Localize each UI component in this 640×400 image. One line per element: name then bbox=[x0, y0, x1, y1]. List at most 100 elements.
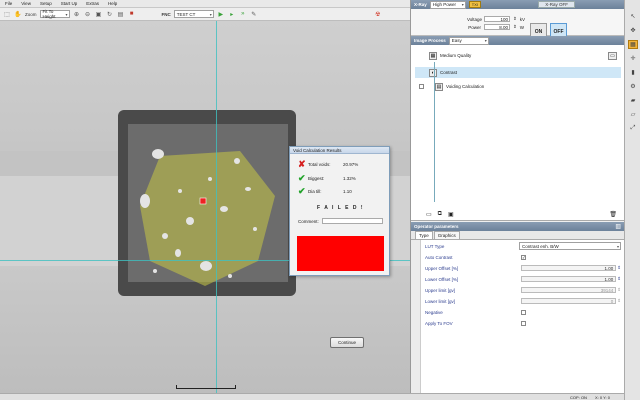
next-icon[interactable]: ▸ bbox=[228, 10, 236, 18]
calculation-icon: ▤ bbox=[435, 82, 443, 91]
panel-layout-icon[interactable]: ▥ bbox=[615, 223, 621, 230]
menu-setup[interactable]: Setup bbox=[40, 1, 52, 6]
param-lower-offset: Lower Offset [%] 1.00 ⇕ bbox=[415, 275, 621, 283]
result-key: Total voids: bbox=[308, 161, 331, 167]
upper-offset-input[interactable]: 1.00 bbox=[520, 265, 617, 271]
param-lut-type: LUT Type Contrast enh. B/W ▾ bbox=[415, 242, 621, 250]
lower-offset-input[interactable]: 1.00 bbox=[520, 276, 617, 282]
param-apply-fov: Apply To FOV bbox=[415, 319, 621, 327]
upper-limit-input[interactable]: 39144 bbox=[520, 287, 617, 293]
result-key: Dia till: bbox=[308, 188, 322, 194]
chevron-down-icon: ▾ bbox=[209, 11, 212, 17]
tab-type[interactable]: Type bbox=[415, 231, 433, 239]
expand-tool-icon[interactable]: ⤢ bbox=[628, 124, 638, 133]
fnc-select[interactable]: TEST CT ▾ bbox=[173, 10, 214, 18]
save-icon[interactable]: ▤ bbox=[117, 10, 125, 18]
result-value: 1.32% bbox=[343, 175, 356, 181]
image-process-title: Image Process bbox=[414, 38, 446, 43]
auto-contrast-checkbox[interactable]: ✓ bbox=[521, 254, 526, 260]
power-row: Power 8.00 ⇕ W bbox=[467, 24, 524, 30]
zoom-select-value: Fit To Height bbox=[42, 9, 56, 19]
paste-icon[interactable]: ▣ bbox=[448, 211, 454, 218]
trash-icon[interactable]: 🗑 bbox=[609, 211, 617, 218]
fnc-label: FNC bbox=[161, 11, 171, 17]
void-results-dialog: Void Calculation Results ✘ Total voids: … bbox=[289, 146, 390, 348]
stepper-icon[interactable]: ⇕ bbox=[617, 298, 621, 304]
lut-type-select[interactable]: Contrast enh. B/W ▾ bbox=[519, 242, 621, 250]
image-process-toolbar: ▭ ⧉ ▣ 🗑 bbox=[426, 209, 621, 219]
fast-forward-icon[interactable]: » bbox=[239, 10, 247, 18]
xray-header: X-Ray High Power ▾ TXI X-Ray OFF bbox=[411, 0, 625, 9]
power-unit: W bbox=[519, 24, 525, 30]
voltage-input[interactable]: 100 bbox=[484, 16, 510, 22]
xray-title: X-Ray bbox=[414, 2, 427, 7]
power-stepper-icon[interactable]: ⇕ bbox=[513, 24, 517, 30]
settings-tool-icon[interactable]: ⚙ bbox=[628, 82, 638, 91]
settings-icon[interactable]: ▭ bbox=[608, 51, 617, 60]
process-item-medium-quality[interactable]: ▦ Medium Quality ▭ bbox=[415, 50, 621, 61]
menu-start-up[interactable]: Start Up bbox=[61, 1, 78, 6]
menu-file[interactable]: File bbox=[5, 1, 12, 6]
param-label: Upper Offset [%] bbox=[425, 265, 459, 271]
move-tool-icon[interactable]: ✛ bbox=[628, 54, 638, 63]
stop-icon[interactable]: ■ bbox=[128, 10, 136, 18]
negative-checkbox[interactable] bbox=[521, 309, 526, 315]
viewer-status-bar bbox=[0, 393, 410, 400]
select-tool-icon[interactable]: ↖ bbox=[628, 12, 638, 21]
result-row-dia: ✔ Dia till: 1.10 bbox=[298, 187, 383, 196]
operator-params: LUT Type Contrast enh. B/W ▾ Auto Contras… bbox=[411, 240, 625, 394]
continue-button[interactable]: Continue bbox=[330, 337, 364, 348]
operator-header: Operator parameters ▥ bbox=[411, 222, 625, 231]
voltage-stepper-icon[interactable]: ⇕ bbox=[513, 16, 517, 22]
zoom-in-icon[interactable]: ⊕ bbox=[73, 10, 81, 18]
image-tool-icon[interactable]: ▦ bbox=[628, 40, 638, 49]
annotate-tool-icon[interactable]: ▱ bbox=[628, 110, 638, 119]
xray-mode-select[interactable]: High Power ▾ bbox=[429, 0, 466, 9]
param-label: LUT Type bbox=[425, 243, 445, 249]
comment-input[interactable] bbox=[322, 218, 383, 224]
image-process-mode-value: Easy bbox=[451, 38, 462, 43]
zoom-select[interactable]: Fit To Height ▾ bbox=[39, 9, 70, 19]
param-label: Lower Offset [%] bbox=[425, 276, 459, 282]
menu-view[interactable]: View bbox=[21, 1, 31, 6]
stepper-icon[interactable]: ⇕ bbox=[617, 276, 621, 282]
copy-icon[interactable]: ⧉ bbox=[438, 211, 442, 218]
result-value: 1.10 bbox=[343, 188, 352, 194]
tab-graphics[interactable]: Graphics bbox=[433, 231, 460, 239]
scale-bar bbox=[176, 385, 236, 389]
menu-help[interactable]: Help bbox=[108, 1, 117, 6]
param-upper-offset: Upper Offset [%] 1.00 ⇕ bbox=[415, 264, 621, 272]
zoom-out-icon[interactable]: ⊖ bbox=[84, 10, 92, 18]
monitor-icon[interactable]: ▭ bbox=[426, 211, 432, 218]
process-item-contrast[interactable]: ◐ Contrast bbox=[415, 67, 621, 78]
radiation-icon[interactable]: ☢ bbox=[374, 10, 382, 18]
chevron-down-icon: ▾ bbox=[461, 2, 464, 7]
stepper-icon[interactable]: ⇕ bbox=[617, 265, 621, 271]
chevron-down-icon: ▾ bbox=[65, 11, 68, 17]
measure-tool-icon[interactable]: ▮ bbox=[628, 68, 638, 77]
hand-icon[interactable]: ✋ bbox=[14, 10, 22, 18]
image-process-mode-select[interactable]: Easy ▾ bbox=[448, 36, 489, 45]
result-status: F A I L E D ! bbox=[316, 205, 365, 211]
param-label: Lower limit [gv] bbox=[425, 298, 456, 304]
filter-icon: ▦ bbox=[429, 51, 437, 60]
fit-icon[interactable]: ▣ bbox=[95, 10, 103, 18]
rotate-icon[interactable]: ↻ bbox=[106, 10, 114, 18]
tools-icon[interactable]: ✎ bbox=[250, 10, 258, 18]
zoom-label: Zoom bbox=[25, 11, 37, 17]
tube-icon[interactable]: TXI bbox=[468, 1, 481, 8]
apply-fov-checkbox[interactable] bbox=[521, 320, 526, 326]
play-icon[interactable]: ▶ bbox=[217, 10, 225, 18]
cop-status: COP: ON bbox=[570, 394, 587, 400]
power-input[interactable]: 8.00 bbox=[484, 24, 510, 30]
lower-limit-input[interactable]: 0 bbox=[520, 298, 617, 304]
enable-checkbox[interactable] bbox=[419, 84, 424, 89]
pan-tool-icon[interactable]: ✥ bbox=[628, 26, 638, 35]
pointer-icon[interactable]: ⬚ bbox=[3, 10, 11, 18]
stepper-icon[interactable]: ⇕ bbox=[617, 287, 621, 293]
chevron-down-icon: ▾ bbox=[484, 38, 487, 43]
menu-extras[interactable]: Extras bbox=[86, 1, 99, 6]
process-item-voiding-calculation[interactable]: ▤ Voiding Calculation bbox=[415, 81, 621, 92]
lut-type-value: Contrast enh. B/W bbox=[522, 243, 559, 249]
ruler-tool-icon[interactable]: ▰ bbox=[628, 96, 638, 105]
